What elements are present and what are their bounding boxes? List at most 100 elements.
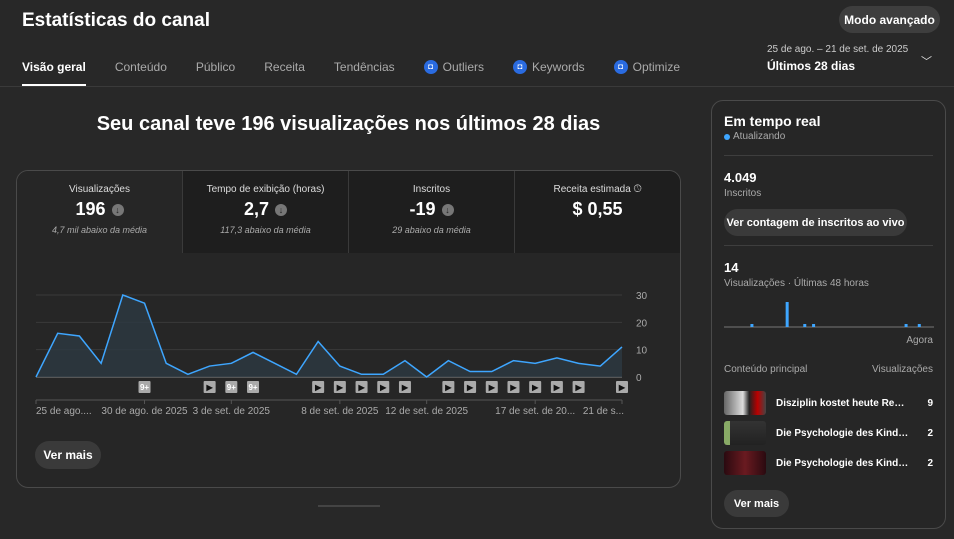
- x-tick-label: 17 de set. de 20...: [495, 406, 575, 417]
- area-fill: [36, 295, 622, 377]
- data-point: [165, 362, 168, 365]
- data-point: [208, 365, 211, 368]
- video-marker-label: ▶: [531, 383, 539, 392]
- y-tick-label: 10: [636, 346, 648, 357]
- list-item[interactable]: Die Psychologie des Kindes, ... 2: [724, 451, 933, 475]
- data-point: [338, 365, 341, 368]
- data-point: [469, 370, 472, 373]
- realtime-bar: [803, 324, 807, 327]
- see-more-button[interactable]: Ver mais: [35, 441, 101, 469]
- tab-label: Outliers: [442, 60, 484, 74]
- data-point: [56, 332, 59, 335]
- data-point: [555, 356, 558, 359]
- video-title: Die Psychologie des Kindes, ...: [776, 457, 909, 469]
- chevron-down-icon[interactable]: ﹀: [921, 53, 932, 69]
- video-marker-label: ▶: [314, 383, 322, 392]
- extension-icon: ◘: [423, 60, 438, 74]
- realtime-views-label: Visualizações · Últimas 48 horas: [724, 278, 869, 289]
- views-chart[interactable]: 0 10 20 30 9+ ▶ 9+ 9+ ▶ ▶ ▶ ▶ ▶ ▶ ▶ ▶ ▶ ▶ ▶ ▶ ▶ 25 de ago....…: [17, 171, 681, 488]
- tab-label: Tendências: [333, 60, 395, 74]
- tab-keywords[interactable]: ◘ Keywords: [512, 60, 585, 86]
- y-tick-label: 0: [636, 373, 642, 384]
- data-point: [382, 373, 385, 376]
- data-point: [186, 373, 189, 376]
- tab-revenue[interactable]: Receita: [264, 60, 305, 86]
- video-title: Disziplin kostet heute Reue k...: [776, 397, 909, 409]
- realtime-bar: [917, 324, 921, 327]
- date-range-label[interactable]: Últimos 28 dias: [767, 59, 855, 73]
- video-views: 2: [927, 457, 933, 469]
- data-point: [360, 373, 363, 376]
- video-marker-label: ▶: [488, 383, 496, 392]
- video-thumbnail: [724, 391, 766, 415]
- date-range-dates[interactable]: 25 de ago. – 21 de set. de 2025: [767, 44, 908, 55]
- divider: [724, 155, 933, 156]
- video-views: 9: [927, 397, 933, 409]
- carousel-indicator: [318, 505, 380, 507]
- top-content-header: Conteúdo principal: [724, 364, 808, 375]
- video-marker-label: ▶: [466, 383, 474, 392]
- video-marker-label: ▶: [444, 383, 452, 392]
- data-point: [35, 376, 38, 379]
- extension-icon: ◘: [613, 60, 628, 74]
- tab-optimize[interactable]: ◘ Optimize: [613, 60, 681, 86]
- video-marker-label: 9+: [140, 383, 149, 392]
- now-label: Agora: [906, 335, 933, 346]
- data-point: [512, 359, 515, 362]
- video-thumbnail: [724, 451, 766, 475]
- data-point: [317, 340, 320, 343]
- realtime-views-chart[interactable]: [724, 296, 934, 331]
- realtime-views: 14: [724, 260, 739, 275]
- x-tick-label: 25 de ago....: [36, 406, 92, 417]
- data-point: [534, 362, 537, 365]
- realtime-title: Em tempo real: [724, 113, 821, 129]
- tab-label: Optimize: [632, 60, 681, 74]
- data-point: [143, 302, 146, 305]
- video-marker-label: ▶: [357, 383, 365, 392]
- y-tick-label: 30: [636, 291, 648, 302]
- tab-label: Público: [195, 60, 236, 74]
- data-point: [273, 362, 276, 365]
- x-tick-label: 8 de set. de 2025: [301, 406, 379, 417]
- tab-audience[interactable]: Público: [196, 60, 235, 86]
- live-dot-icon: [724, 133, 730, 140]
- data-point: [100, 362, 103, 365]
- tab-trends[interactable]: Tendências: [334, 60, 395, 86]
- overview-card: Visualizações 196 ↓ 4,7 mil abaixo da média…: [16, 170, 681, 488]
- data-point: [230, 362, 233, 365]
- tab-overview[interactable]: Visão geral: [22, 60, 86, 86]
- divider: [0, 86, 954, 87]
- tab-label: Visão geral: [22, 60, 86, 74]
- video-marker-label: ▶: [509, 383, 517, 392]
- tab-label: Receita: [264, 60, 305, 74]
- data-point: [490, 370, 493, 373]
- realtime-panel: Em tempo real Atualizando 4.049 Inscrito…: [711, 100, 946, 529]
- realtime-bar: [904, 324, 908, 327]
- realtime-see-more-button[interactable]: Ver mais: [724, 490, 789, 517]
- video-marker-label: ▶: [401, 383, 409, 392]
- data-point: [447, 359, 450, 362]
- realtime-status: Atualizando: [733, 131, 786, 142]
- tab-bar: Visão geral Conteúdo Público Receita Ten…: [22, 60, 709, 86]
- data-point: [577, 362, 580, 365]
- data-point: [403, 359, 406, 362]
- list-item[interactable]: Die Psychologie des Kindes, ... 2: [724, 421, 933, 445]
- video-marker-label: ▶: [618, 383, 626, 392]
- subscriber-count: 4.049: [724, 170, 757, 185]
- tab-outliers[interactable]: ◘ Outliers: [423, 60, 484, 86]
- live-subscriber-count-button[interactable]: Ver contagem de inscritos ao vivo: [724, 209, 907, 236]
- summary-headline: Seu canal teve 196 visualizações nos últ…: [96, 113, 601, 135]
- data-point: [78, 335, 81, 338]
- video-views: 2: [927, 427, 933, 439]
- advanced-mode-button[interactable]: Modo avançado: [839, 6, 940, 33]
- list-item[interactable]: Disziplin kostet heute Reue k... 9: [724, 391, 933, 415]
- video-marker-label: 9+: [248, 383, 257, 392]
- x-tick-label: 12 de set. de 2025: [385, 406, 468, 417]
- tab-content[interactable]: Conteúdo: [115, 60, 167, 86]
- data-point: [621, 345, 624, 348]
- subscriber-label: Inscritos: [724, 188, 762, 199]
- y-tick-label: 20: [636, 318, 648, 329]
- x-tick-label: 3 de set. de 2025: [193, 406, 271, 417]
- video-marker-label: ▶: [336, 383, 344, 392]
- realtime-bar: [785, 302, 789, 327]
